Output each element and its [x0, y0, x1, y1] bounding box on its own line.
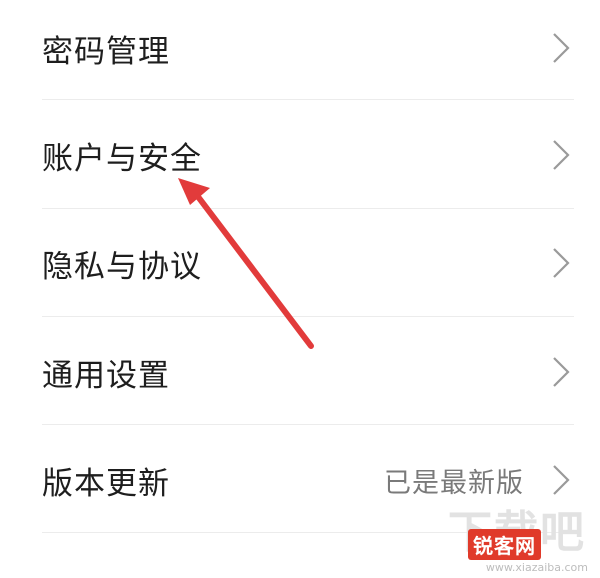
- settings-list: 密码管理 账户与安全 隐私与协议 通用设置 版本更新 已是最新版: [0, 0, 600, 533]
- chevron-right-icon: [553, 357, 570, 387]
- settings-item-account-security[interactable]: 账户与安全: [0, 101, 600, 209]
- watermark-badge: 锐客网: [468, 529, 541, 560]
- settings-item-privacy-agreement[interactable]: 隐私与协议: [0, 209, 600, 317]
- chevron-right-icon: [553, 33, 570, 63]
- settings-item-label: 密码管理: [42, 33, 170, 70]
- settings-item-general-settings[interactable]: 通用设置: [0, 318, 600, 426]
- chevron-right-icon: [553, 140, 570, 170]
- divider: [42, 316, 574, 317]
- chevron-right-icon: [553, 248, 570, 278]
- chevron-right-icon: [553, 465, 570, 495]
- watermark: 下载吧 锐客网 www.xiazaiba.com: [444, 494, 594, 574]
- watermark-url: www.xiazaiba.com: [485, 561, 588, 574]
- settings-item-label: 隐私与协议: [42, 248, 202, 285]
- settings-item-password-management[interactable]: 密码管理: [0, 0, 600, 102]
- settings-item-label: 通用设置: [42, 357, 170, 394]
- settings-item-label: 账户与安全: [42, 140, 202, 177]
- divider: [42, 99, 574, 100]
- settings-item-label: 版本更新: [42, 465, 170, 502]
- divider: [42, 424, 574, 425]
